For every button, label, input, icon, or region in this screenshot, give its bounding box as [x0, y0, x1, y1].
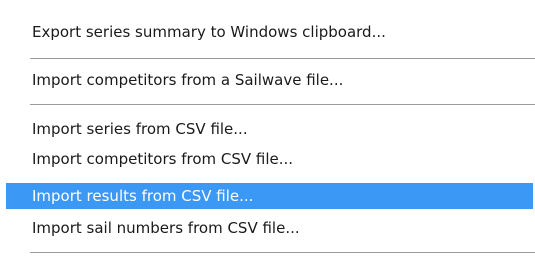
menu-item-import-competitors-csv[interactable]: Import competitors from CSV file... — [0, 146, 535, 172]
menu-item-import-results-csv[interactable]: Import results from CSV file... — [6, 183, 533, 209]
menu-separator — [30, 104, 535, 105]
menu-item-import-sail-numbers-csv[interactable]: Import sail numbers from CSV file... — [0, 215, 535, 241]
menu-separator — [30, 58, 535, 59]
menu-item-export-series-summary-clipboard[interactable]: Export series summary to Windows clipboa… — [0, 19, 535, 45]
menu-item-import-competitors-sailwave[interactable]: Import competitors from a Sailwave file.… — [0, 67, 535, 93]
context-menu: Export series summary to Windows clipboa… — [0, 0, 535, 269]
menu-item-import-series-csv[interactable]: Import series from CSV file... — [0, 116, 535, 142]
menu-separator — [30, 252, 535, 253]
